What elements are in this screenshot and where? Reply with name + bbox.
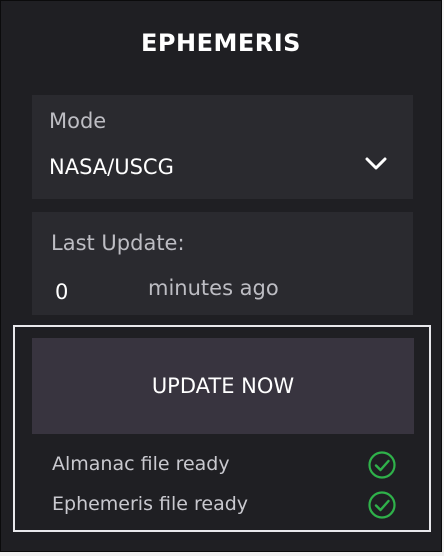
mode-label: Mode bbox=[49, 109, 107, 133]
update-now-button[interactable]: UPDATE NOW bbox=[32, 338, 414, 434]
last-update-card: Last Update: 0 minutes ago bbox=[32, 212, 413, 315]
panel-title: EPHEMERIS bbox=[141, 29, 301, 57]
minutes-ago-label: minutes ago bbox=[148, 276, 279, 300]
almanac-status-text: Almanac file ready bbox=[52, 453, 230, 475]
status-row-almanac: Almanac file ready bbox=[52, 450, 397, 480]
mode-dropdown[interactable]: Mode NASA/USCG bbox=[32, 95, 413, 199]
update-status-frame: UPDATE NOW Almanac file ready Ephemeris … bbox=[13, 325, 431, 532]
check-circle-icon bbox=[368, 491, 396, 519]
last-update-label: Last Update: bbox=[51, 231, 185, 255]
ephemeris-status-text: Ephemeris file ready bbox=[52, 493, 249, 515]
minutes-ago-value: 0 bbox=[55, 280, 69, 304]
check-circle-icon bbox=[368, 451, 396, 479]
status-row-ephemeris: Ephemeris file ready bbox=[52, 490, 397, 520]
chevron-down-icon[interactable] bbox=[365, 157, 387, 171]
mode-selected-value: NASA/USCG bbox=[49, 155, 174, 179]
ephemeris-panel: EPHEMERIS Mode NASA/USCG Last Update: 0 … bbox=[0, 0, 442, 552]
